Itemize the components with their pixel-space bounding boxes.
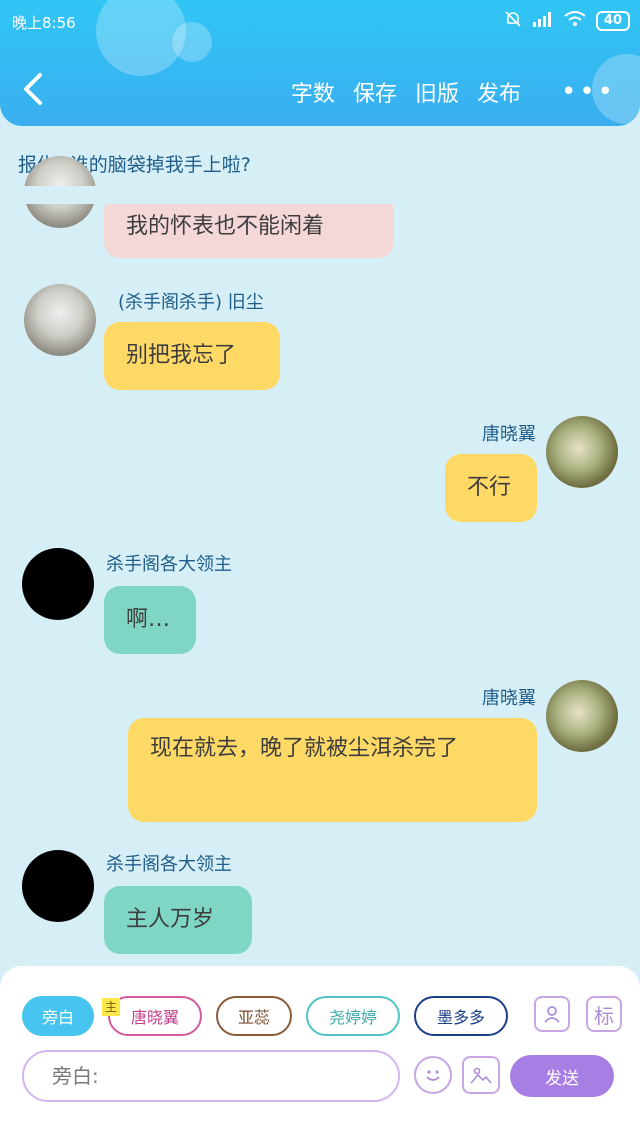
sender-name: (杀手阁杀手) 旧尘	[118, 292, 264, 313]
message-bubble[interactable]: 现在就去，晚了就被尘洱杀完了	[128, 718, 537, 822]
main-role-badge: 主	[102, 998, 120, 1016]
contact-card-icon[interactable]	[534, 996, 570, 1032]
avatar[interactable]	[22, 548, 94, 620]
avatar[interactable]	[546, 416, 618, 488]
avatar[interactable]	[546, 680, 618, 752]
message-bubble[interactable]: 啊…	[104, 586, 196, 654]
wifi-icon	[564, 11, 586, 31]
battery-indicator: 40	[595, 11, 630, 31]
status-bar: 晚上8:56 40	[0, 0, 640, 44]
message-input[interactable]: 旁白:	[22, 1050, 400, 1102]
role-chip-narrator[interactable]: 旁白	[22, 996, 94, 1036]
back-arrow-icon[interactable]	[22, 72, 48, 108]
message-bubble[interactable]: 我的怀表也不能闲着	[104, 196, 394, 258]
message-bubble[interactable]: 主人万岁	[104, 886, 252, 954]
role-chip-mo-duoduo[interactable]: 墨多多	[414, 996, 508, 1036]
sender-name: 杀手阁各大领主	[106, 854, 232, 875]
send-button[interactable]: 发送	[510, 1055, 614, 1097]
message-bubble[interactable]: 别把我忘了	[104, 322, 280, 390]
status-time: 晚上8:56	[12, 14, 76, 32]
scroll-mask	[0, 186, 640, 204]
emoji-icon[interactable]	[414, 1056, 452, 1094]
avatar[interactable]	[22, 850, 94, 922]
more-options-icon[interactable]: •••	[561, 77, 616, 107]
sender-name: 杀手阁各大领主	[106, 554, 232, 575]
word-count-button[interactable]: 字数	[291, 76, 335, 108]
image-icon[interactable]	[462, 1056, 500, 1094]
sender-name: 唐晓翼	[482, 688, 536, 709]
signal-icon	[532, 11, 554, 31]
mute-bell-icon	[504, 10, 522, 32]
mark-button[interactable]: 标	[586, 996, 622, 1032]
message-bubble[interactable]: 不行	[445, 454, 537, 522]
publish-button[interactable]: 发布	[477, 76, 521, 108]
role-chip-ya-rui[interactable]: 亚蕊	[216, 996, 292, 1036]
role-chip-yao-tingting[interactable]: 尧婷婷	[306, 996, 400, 1036]
old-version-button[interactable]: 旧版	[415, 76, 459, 108]
status-icons: 40	[504, 10, 630, 32]
top-header: 晚上8:56 40 字数 保存 旧版 发布 •••	[0, 0, 640, 126]
role-chip-tang-xiaoyi[interactable]: 唐晓翼	[108, 996, 202, 1036]
toolbar-actions: 字数 保存 旧版 发布 •••	[291, 76, 616, 108]
avatar[interactable]	[24, 284, 96, 356]
sender-name: 唐晓翼	[482, 424, 536, 445]
save-button[interactable]: 保存	[353, 76, 397, 108]
